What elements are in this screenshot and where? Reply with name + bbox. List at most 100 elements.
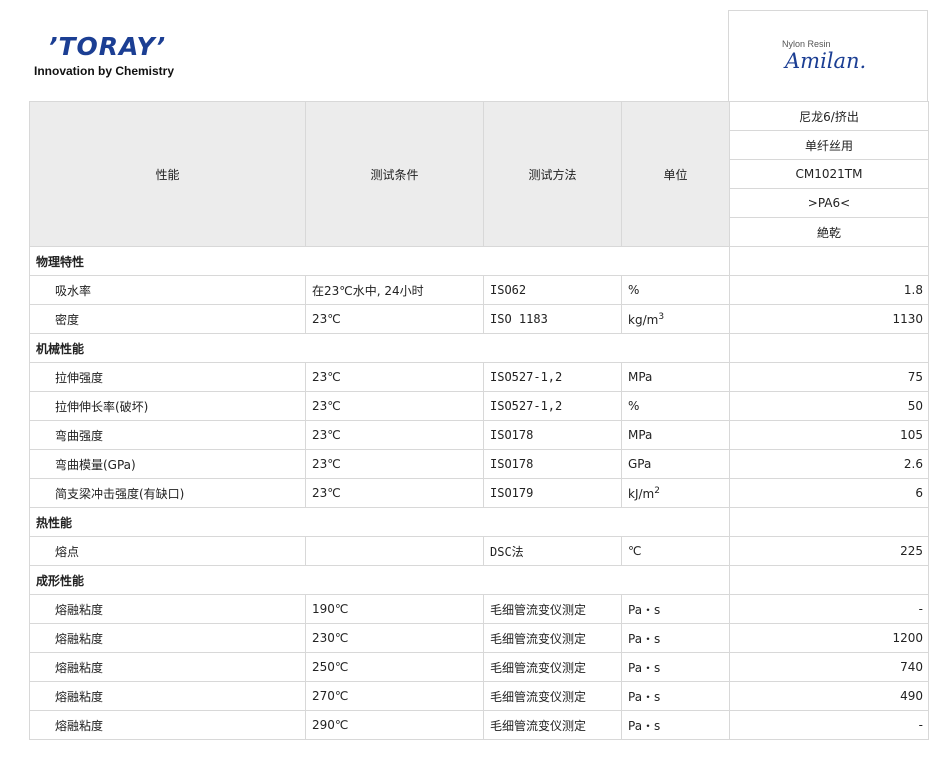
amilan-logo: Amilan. — [785, 49, 867, 73]
condition-cell: 230℃ — [305, 623, 484, 653]
unit-text: % — [628, 399, 640, 413]
table-row: 弯曲强度 23℃ ISO178 MPa 105 — [29, 420, 929, 450]
value-cell: 490 — [729, 681, 929, 711]
col-header-method: 测试方法 — [483, 101, 622, 247]
value-cell: 740 — [729, 652, 929, 682]
grade-usage: 单纤丝用 — [729, 130, 929, 160]
condition-cell: 23℃ — [305, 362, 484, 392]
table-row: 吸水率 在23℃水中, 24小时 ISO62% 1.8 — [29, 275, 929, 305]
method-cell: 毛细管流变仪测定 — [483, 652, 622, 682]
table-row: 熔融粘度 190℃ 毛细管流变仪测定 Pa・s - — [29, 594, 929, 624]
section-title: 物理特性 — [29, 246, 730, 276]
section-value-blank — [729, 507, 929, 537]
condition-cell: 23℃ — [305, 304, 484, 334]
unit-cell: MPa — [621, 362, 730, 392]
condition-cell: 23℃ — [305, 420, 484, 450]
grade-condition: 絶乾 — [729, 217, 929, 247]
method-cell: 毛细管流变仪测定 — [483, 594, 622, 624]
property-cell: 熔融粘度 — [29, 681, 306, 711]
section-row: 热性能 — [29, 507, 929, 537]
table-row: 弯曲模量(GPa) 23℃ ISO178 GPa 2.6 — [29, 449, 929, 479]
method-cell: ISO62 — [483, 275, 622, 305]
table-row: 熔融粘度 270℃ 毛细管流变仪测定 Pa・s 490 — [29, 681, 929, 711]
table-row: 熔融粘度 290℃ 毛细管流变仪测定 Pa・s - — [29, 710, 929, 740]
toray-logo: ’TORAY’ Innovation by Chemistry — [30, 28, 230, 88]
property-cell: 弯曲强度 — [29, 420, 306, 450]
section-row: 物理特性 — [29, 246, 929, 276]
condition-cell: 250℃ — [305, 652, 484, 682]
grade-category: 尼龙6/挤出 — [729, 101, 929, 131]
table-row: 拉伸伸长率(破坏) 23℃ ISO527-1,2% 50 — [29, 391, 929, 421]
unit-cell: Pa・s — [621, 681, 730, 711]
value-cell: 75 — [729, 362, 929, 392]
table-row: 简支梁冲击强度(有缺口) 23℃ ISO179 kJ/m2 6 — [29, 478, 929, 508]
unit-text: % — [628, 283, 640, 297]
method-cell: DSC法 — [483, 536, 622, 566]
value-cell: 50 — [729, 391, 929, 421]
unit-cell: kg/m3 — [621, 304, 730, 334]
unit-cell: Pa・s — [621, 652, 730, 682]
unit-cell: % — [621, 275, 730, 305]
condition-cell: 23℃ — [305, 478, 484, 508]
col-header-condition: 测试条件 — [305, 101, 484, 247]
col-header-property: 性能 — [29, 101, 306, 247]
property-cell: 吸水率 — [29, 275, 306, 305]
unit-text: Pa・s — [628, 689, 661, 704]
value-cell: 1200 — [729, 623, 929, 653]
unit-cell: ℃ — [621, 536, 730, 566]
unit-cell: Pa・s — [621, 710, 730, 740]
unit-cell: Pa・s — [621, 623, 730, 653]
condition-cell — [305, 536, 484, 566]
table-row: 密度 23℃ ISO 1183 kg/m3 1130 — [29, 304, 929, 334]
value-cell: 6 — [729, 478, 929, 508]
value-cell: 105 — [729, 420, 929, 450]
table-row: 熔融粘度 230℃ 毛细管流变仪测定 Pa・s 1200 — [29, 623, 929, 653]
brand-subtitle: Nylon Resin — [782, 39, 831, 49]
section-value-blank — [729, 333, 929, 363]
property-cell: 简支梁冲击强度(有缺口) — [29, 478, 306, 508]
section-row: 机械性能 — [29, 333, 929, 363]
method-cell: ISO527-1,2 — [483, 391, 622, 421]
unit-text: Pa・s — [628, 631, 661, 646]
section-value-blank — [729, 246, 929, 276]
method-cell: ISO527-1,2 — [483, 362, 622, 392]
value-cell: 2.6 — [729, 449, 929, 479]
property-cell: 拉伸强度 — [29, 362, 306, 392]
unit-text: Pa・s — [628, 718, 661, 733]
method-cell: ISO 1183 — [483, 304, 622, 334]
condition-cell: 270℃ — [305, 681, 484, 711]
section-title: 热性能 — [29, 507, 730, 537]
value-cell: 225 — [729, 536, 929, 566]
unit-text: GPa — [628, 457, 652, 471]
unit-text: Pa・s — [628, 602, 661, 617]
table-row: 熔融粘度 250℃ 毛细管流变仪测定 Pa・s 740 — [29, 652, 929, 682]
unit-cell: kJ/m2 — [621, 478, 730, 508]
unit-cell: GPa — [621, 449, 730, 479]
property-cell: 熔融粘度 — [29, 594, 306, 624]
col-header-unit: 单位 — [621, 101, 730, 247]
value-cell: 1.8 — [729, 275, 929, 305]
unit-text: MPa — [628, 428, 653, 442]
toray-tagline: Innovation by Chemistry — [34, 64, 175, 78]
properties-table-body: 性能 测试条件 测试方法 单位 尼龙6/挤出 单纤丝用 CM1021TM >PA… — [29, 101, 929, 740]
condition-cell: 在23℃水中, 24小时 — [305, 275, 484, 305]
grade-code: CM1021TM — [729, 159, 929, 189]
grade-marking: >PA6< — [729, 188, 929, 218]
unit-text: kJ/m — [628, 486, 655, 501]
method-cell: ISO179 — [483, 478, 622, 508]
property-cell: 熔融粘度 — [29, 652, 306, 682]
property-cell: 拉伸伸长率(破坏) — [29, 391, 306, 421]
unit-superscript: 2 — [654, 485, 660, 496]
unit-cell: % — [621, 391, 730, 421]
method-cell: 毛细管流变仪测定 — [483, 623, 622, 653]
value-cell: 1130 — [729, 304, 929, 334]
value-cell: - — [729, 594, 929, 624]
method-cell: 毛细管流变仪测定 — [483, 710, 622, 740]
toray-wordmark: ’TORAY’ — [48, 32, 167, 61]
condition-cell: 23℃ — [305, 391, 484, 421]
unit-text: Pa・s — [628, 660, 661, 675]
unit-superscript: 3 — [658, 311, 665, 322]
condition-cell: 190℃ — [305, 594, 484, 624]
property-cell: 熔点 — [29, 536, 306, 566]
unit-text: kg/m — [628, 312, 659, 327]
